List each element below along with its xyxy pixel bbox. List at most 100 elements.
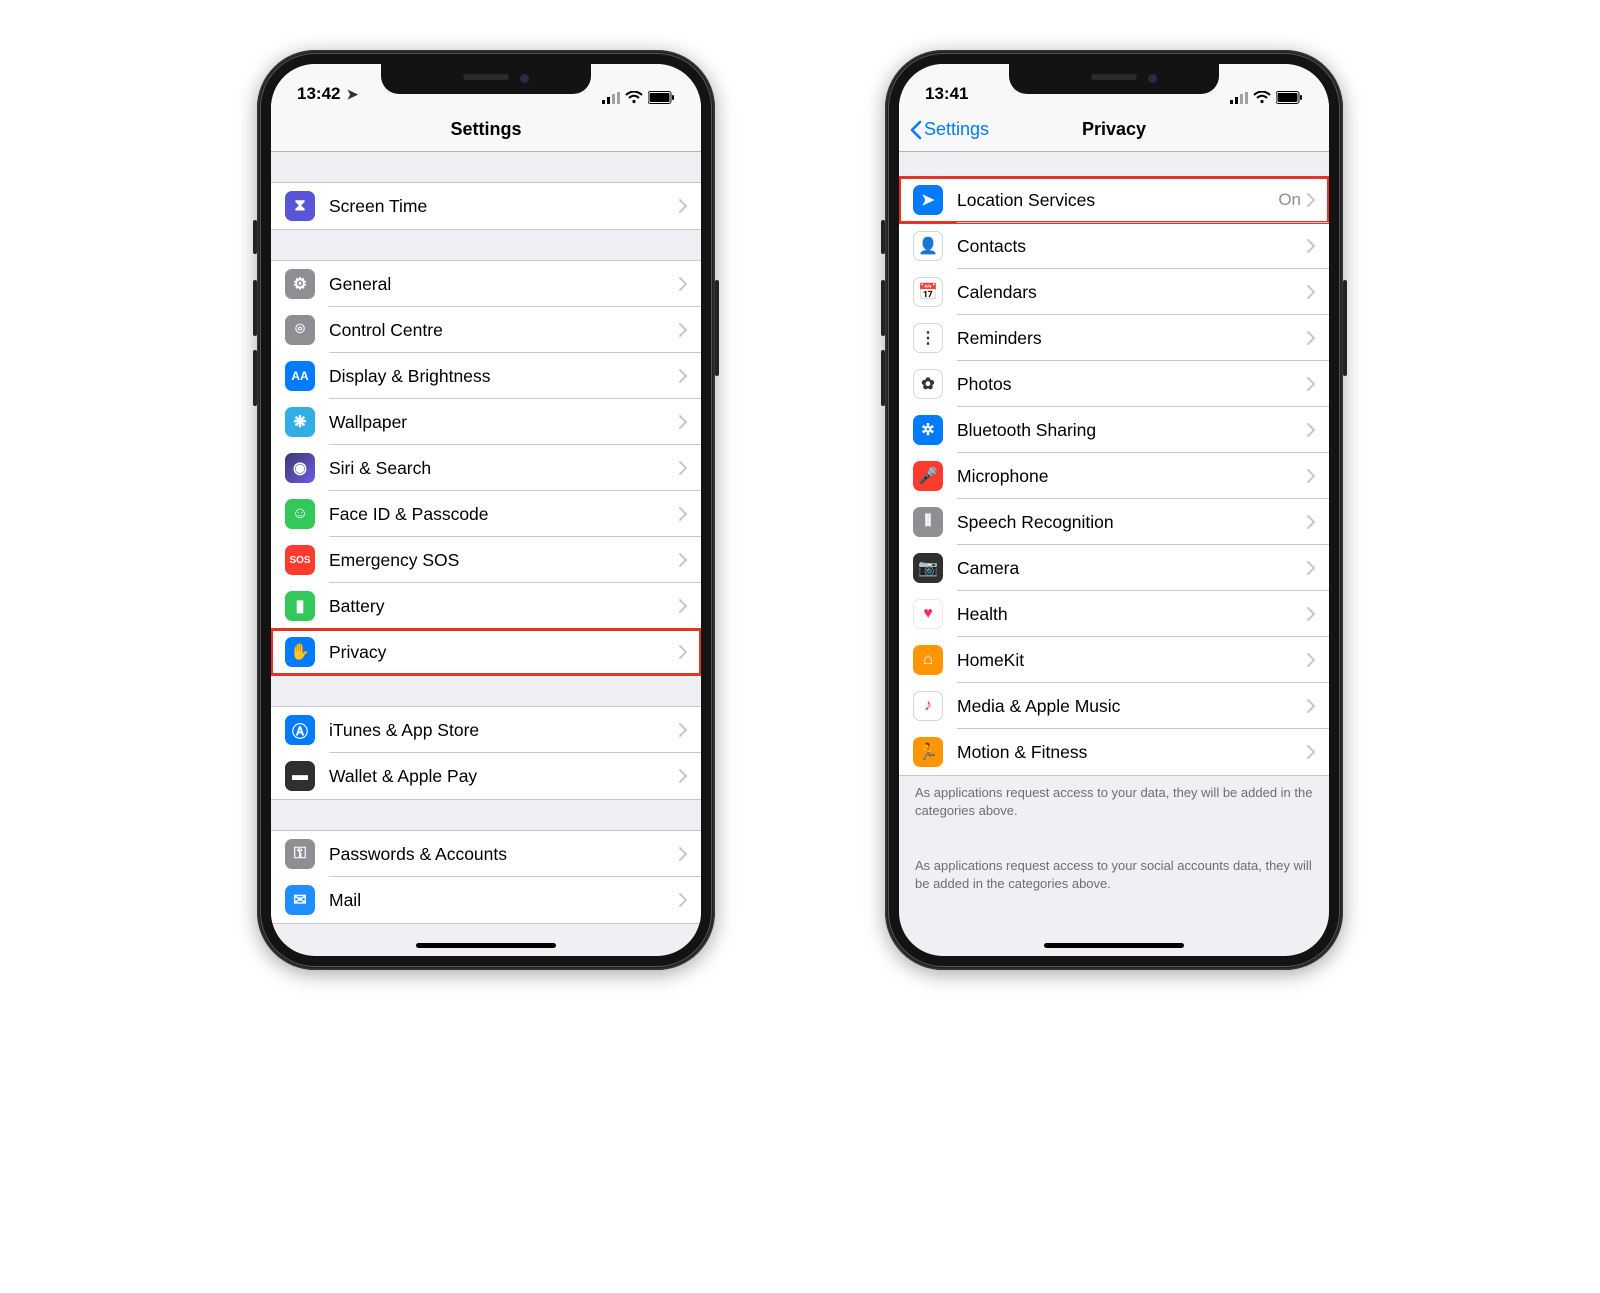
settings-row-wallet-apple-pay[interactable]: ▬ Wallet & Apple Pay [271, 753, 701, 799]
settings-row-bluetooth-sharing[interactable]: ✲Bluetooth Sharing [899, 407, 1329, 453]
running-icon: 🏃 [913, 737, 943, 767]
privacy-list[interactable]: ➤ Location ServicesOn 👤Contacts 📅 Calendars ⋮… [899, 152, 1329, 956]
page-title: Settings [450, 119, 521, 140]
battery-icon: ▮ [285, 591, 315, 621]
appstore-icon: Ⓐ [285, 715, 315, 745]
settings-row-motion-fitness[interactable]: 🏃 Motion & Fitness [899, 729, 1329, 775]
settings-row-face-id-passcode[interactable]: ☺Face ID & Passcode [271, 491, 701, 537]
settings-row-screen-time[interactable]: ⧗Screen Time [271, 183, 701, 229]
settings-row-battery[interactable]: ▮ Battery [271, 583, 701, 629]
home-indicator[interactable] [1044, 943, 1184, 948]
chevron-right-icon [1307, 607, 1315, 621]
row-label: Emergency SOS [329, 550, 679, 571]
iphone-frame-right: 13:41 Settings Privacy ➤Location Service… [885, 50, 1343, 970]
status-time: 13:42 [297, 84, 340, 104]
chevron-right-icon [1307, 469, 1315, 483]
row-label: Calendars [957, 282, 1307, 303]
row-label: Motion & Fitness [957, 742, 1307, 763]
bluetooth-icon: ✲ [913, 415, 943, 445]
row-label: HomeKit [957, 650, 1307, 671]
signal-icon [1230, 92, 1248, 104]
row-label: iTunes & App Store [329, 720, 679, 741]
chevron-right-icon [679, 415, 687, 429]
row-label: Speech Recognition [957, 512, 1307, 533]
chevron-right-icon [679, 553, 687, 567]
faceid-icon: ☺ [285, 499, 315, 529]
back-label: Settings [924, 119, 989, 140]
battery-icon [648, 91, 675, 104]
wifi-icon [1253, 91, 1271, 104]
back-button[interactable]: Settings [909, 119, 989, 140]
mail-icon: ✉ [285, 885, 315, 915]
location-arrow-icon: ➤ [346, 86, 358, 103]
home-indicator[interactable] [416, 943, 556, 948]
switches-icon: ⌾ [285, 315, 315, 345]
settings-row-contacts[interactable]: 👤Contacts [899, 223, 1329, 269]
settings-group: ⒶiTunes & App Store ▬ Wallet & Apple Pay [271, 706, 701, 800]
wifi-icon [625, 91, 643, 104]
chevron-right-icon [679, 723, 687, 737]
siri-icon: ◉ [285, 453, 315, 483]
settings-row-siri-search[interactable]: ◉ Siri & Search [271, 445, 701, 491]
settings-row-privacy[interactable]: ✋Privacy [271, 629, 701, 675]
row-label: Wallet & Apple Pay [329, 766, 679, 787]
flower-icon: ❋ [285, 407, 315, 437]
battery-icon [1276, 91, 1303, 104]
settings-row-reminders[interactable]: ⋮Reminders [899, 315, 1329, 361]
settings-row-display-brightness[interactable]: AADisplay & Brightness [271, 353, 701, 399]
chevron-right-icon [679, 199, 687, 213]
row-label: Camera [957, 558, 1307, 579]
row-label: Control Centre [329, 320, 679, 341]
settings-row-photos[interactable]: ✿Photos [899, 361, 1329, 407]
screen-left: 13:42 ➤ Settings ⧗Screen Time ⚙General ⌾ Co… [271, 64, 701, 956]
screen-right: 13:41 Settings Privacy ➤Location Service… [899, 64, 1329, 956]
page-title: Privacy [1082, 119, 1146, 140]
settings-list[interactable]: ⧗Screen Time ⚙General ⌾ Control Centre AADis… [271, 152, 701, 956]
chevron-right-icon [679, 369, 687, 383]
chevron-right-icon [1307, 193, 1315, 207]
settings-row-homekit[interactable]: ⌂HomeKit [899, 637, 1329, 683]
calendar-icon: 📅 [913, 277, 943, 307]
row-label: Battery [329, 596, 679, 617]
row-label: Privacy [329, 642, 679, 663]
settings-row-wallpaper[interactable]: ❋Wallpaper [271, 399, 701, 445]
chevron-right-icon [1307, 331, 1315, 345]
row-detail: On [1278, 190, 1301, 210]
waveform-icon: ⫴ [913, 507, 943, 537]
chevron-right-icon [1307, 745, 1315, 759]
row-label: Siri & Search [329, 458, 679, 479]
settings-row-emergency-sos[interactable]: SOSEmergency SOS [271, 537, 701, 583]
chevron-right-icon [1307, 515, 1315, 529]
row-label: Mail [329, 890, 679, 911]
notch [1009, 64, 1219, 94]
signal-icon [602, 92, 620, 104]
settings-row-mail[interactable]: ✉ Mail [271, 877, 701, 923]
wallet-icon: ▬ [285, 761, 315, 791]
chevron-right-icon [679, 461, 687, 475]
camera-icon: 📷 [913, 553, 943, 583]
settings-row-general[interactable]: ⚙General [271, 261, 701, 307]
settings-row-health[interactable]: ♥Health [899, 591, 1329, 637]
settings-row-control-centre[interactable]: ⌾ Control Centre [271, 307, 701, 353]
row-label: Location Services [957, 190, 1278, 211]
row-label: Contacts [957, 236, 1307, 257]
chevron-right-icon [1307, 285, 1315, 299]
chevron-right-icon [679, 277, 687, 291]
settings-row-location-services[interactable]: ➤ Location ServicesOn [899, 177, 1329, 223]
settings-group: ⚿Passwords & Accounts ✉ Mail [271, 830, 701, 924]
settings-row-camera[interactable]: 📷 Camera [899, 545, 1329, 591]
photos-icon: ✿ [913, 369, 943, 399]
settings-row-passwords-accounts[interactable]: ⚿Passwords & Accounts [271, 831, 701, 877]
row-label: Microphone [957, 466, 1307, 487]
notch [381, 64, 591, 94]
settings-row-calendars[interactable]: 📅 Calendars [899, 269, 1329, 315]
gear-icon: ⚙ [285, 269, 315, 299]
chevron-right-icon [679, 769, 687, 783]
settings-row-microphone[interactable]: 🎤Microphone [899, 453, 1329, 499]
settings-row-itunes-app-store[interactable]: ⒶiTunes & App Store [271, 707, 701, 753]
settings-row-speech-recognition[interactable]: ⫴ Speech Recognition [899, 499, 1329, 545]
location-arrow-icon: ➤ [913, 185, 943, 215]
settings-row-media-apple-music[interactable]: ♪Media & Apple Music [899, 683, 1329, 729]
row-label: Display & Brightness [329, 366, 679, 387]
chevron-right-icon [679, 599, 687, 613]
